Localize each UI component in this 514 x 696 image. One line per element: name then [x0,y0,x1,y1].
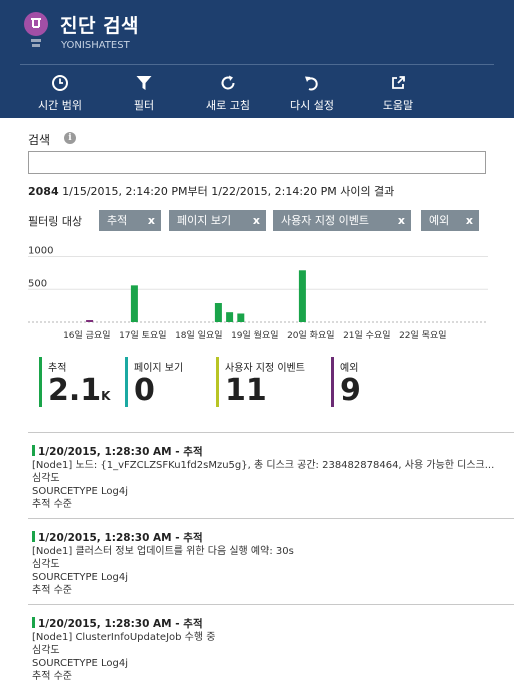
reset-button[interactable]: 다시 설정 [272,70,352,114]
y-tick-label: 500 [28,278,47,289]
tile-value: 0 [134,373,155,408]
event-message: [Node1] 클러스터 정보 업데이트를 위한 다음 실행 예약: 30s [32,546,294,557]
tile-name: 사용자 지정 이벤트 [225,363,305,374]
chart-bar [298,270,306,322]
refresh-label: 새로 고침 [206,99,250,112]
event-level: 추적 수준 [32,671,72,682]
event-message: [Node1] ClusterInfoUpdateJob 수행 중 [32,632,216,643]
filter-chip-exception[interactable]: 예외 x [421,210,479,231]
chip-label: 사용자 지정 이벤트 [281,214,369,227]
external-link-icon [392,76,405,89]
event-severity: 심각도 [32,559,60,570]
close-icon[interactable]: x [253,210,260,231]
tile-trace[interactable]: 추적 2.1K [39,357,119,407]
x-tick-label: 20일 화요일 [287,330,334,341]
close-icon[interactable]: x [466,210,473,231]
chart-bar [226,312,234,322]
events-chart-svg: 1000 500 16일 금요일 17일 토요일 18일 일요일 19일 월요일 20일 화… [28,246,488,341]
time-range-label: 시간 범위 [38,99,82,112]
events-chart[interactable]: 1000 500 16일 금요일 17일 토요일 18일 일요일 19일 월요일 20일 화… [28,244,488,344]
event-source: SOURCETYPE Log4j [32,658,129,669]
result-summary: 2084 1/15/2015, 2:14:20 PM부터 1/22/2015, … [28,183,394,199]
result-count: 2084 [28,185,59,198]
event-header: 1/20/2015, 1:28:30 AM - 추적 [32,616,514,631]
chip-label: 추적 [107,214,128,227]
filter-chip-trace[interactable]: 추적 x [99,210,161,231]
search-label: 검색 [28,133,51,147]
x-tick-label: 18일 일요일 [175,330,222,341]
x-tick-label: 16일 금요일 [63,330,110,341]
list-item[interactable]: 1/20/2015, 1:28:30 AM - 추적 [Node1] 클러스터 … [28,518,514,604]
event-source: SOURCETYPE Log4j [32,486,129,497]
x-tick-label: 22일 목요일 [399,330,446,341]
event-level: 추적 수준 [32,499,72,510]
tile-value: 9 [340,373,361,408]
chart-bar [130,285,138,322]
close-icon[interactable]: x [398,210,405,231]
tile-name: 예외 [340,363,359,374]
x-tick-label: 19일 월요일 [231,329,278,341]
clock-icon [52,75,68,91]
x-tick-label: 21일 수요일 [343,330,390,341]
command-bar: 시간 범위 필터 새로 고침 다시 설정 도움말 [0,70,514,116]
filter-button[interactable]: 필터 [104,70,184,114]
reset-icon [305,76,318,91]
chart-bar [237,313,245,322]
lightbulb-icon [24,12,48,47]
filter-chip-pageview[interactable]: 페이지 보기 x [169,210,266,231]
event-message: [Node1] 노드: {1_vFZCLZSFKu1fd2sMzu5g}, 총 … [32,460,495,471]
event-severity: 심각도 [32,473,60,484]
y-tick-label: 1000 [28,246,53,257]
filter-label: 필터 [133,99,155,112]
reset-label: 다시 설정 [290,99,334,112]
result-range: 1/15/2015, 2:14:20 PM부터 1/22/2015, 2:14:… [62,185,395,198]
tile-value: 2.1K [48,373,111,408]
tile-unit: K [101,389,111,403]
refresh-button[interactable]: 새로 고침 [188,70,268,114]
refresh-icon [221,75,235,90]
tile-value: 11 [225,373,267,408]
chart-bar [86,320,94,322]
tile-exception[interactable]: 예외 9 [331,357,391,407]
search-input[interactable] [28,151,486,174]
event-list: 1/20/2015, 1:28:30 AM - 추적 [Node1] 노드: {… [28,432,514,690]
help-button[interactable]: 도움말 [358,70,438,114]
tile-pageview[interactable]: 페이지 보기 0 [125,357,210,407]
tile-name: 페이지 보기 [134,363,184,374]
list-item[interactable]: 1/20/2015, 1:28:30 AM - 추적 [Node1] 노드: {… [28,432,514,518]
help-label: 도움말 [382,99,414,112]
filter-label-text: 필터링 대상 [28,215,83,228]
blade-header: 진단 검색 YONISHATEST 시간 범위 필터 새로 고침 다시 설정 도… [0,0,514,118]
chip-label: 예외 [429,214,450,227]
time-range-button[interactable]: 시간 범위 [20,70,100,114]
x-tick-label: 17일 토요일 [119,330,166,341]
event-severity: 심각도 [32,645,60,656]
resource-name: YONISHATEST [61,40,130,51]
event-level: 추적 수준 [32,585,72,596]
chart-bar [214,303,222,322]
chip-label: 페이지 보기 [177,214,232,227]
tile-custom-event[interactable]: 사용자 지정 이벤트 11 [216,357,326,407]
close-icon[interactable]: x [148,210,155,231]
list-item[interactable]: 1/20/2015, 1:28:30 AM - 추적 [Node1] Clust… [28,604,514,690]
event-source: SOURCETYPE Log4j [32,572,129,583]
event-header: 1/20/2015, 1:28:30 AM - 추적 [32,444,514,459]
tile-name: 추적 [48,363,67,374]
header-divider [20,64,494,65]
filter-chip-custom-event[interactable]: 사용자 지정 이벤트 x [273,210,411,231]
page-title: 진단 검색 [60,15,140,37]
filter-icon [136,76,152,90]
event-header: 1/20/2015, 1:28:30 AM - 추적 [32,530,514,545]
info-icon[interactable]: i [64,132,76,144]
